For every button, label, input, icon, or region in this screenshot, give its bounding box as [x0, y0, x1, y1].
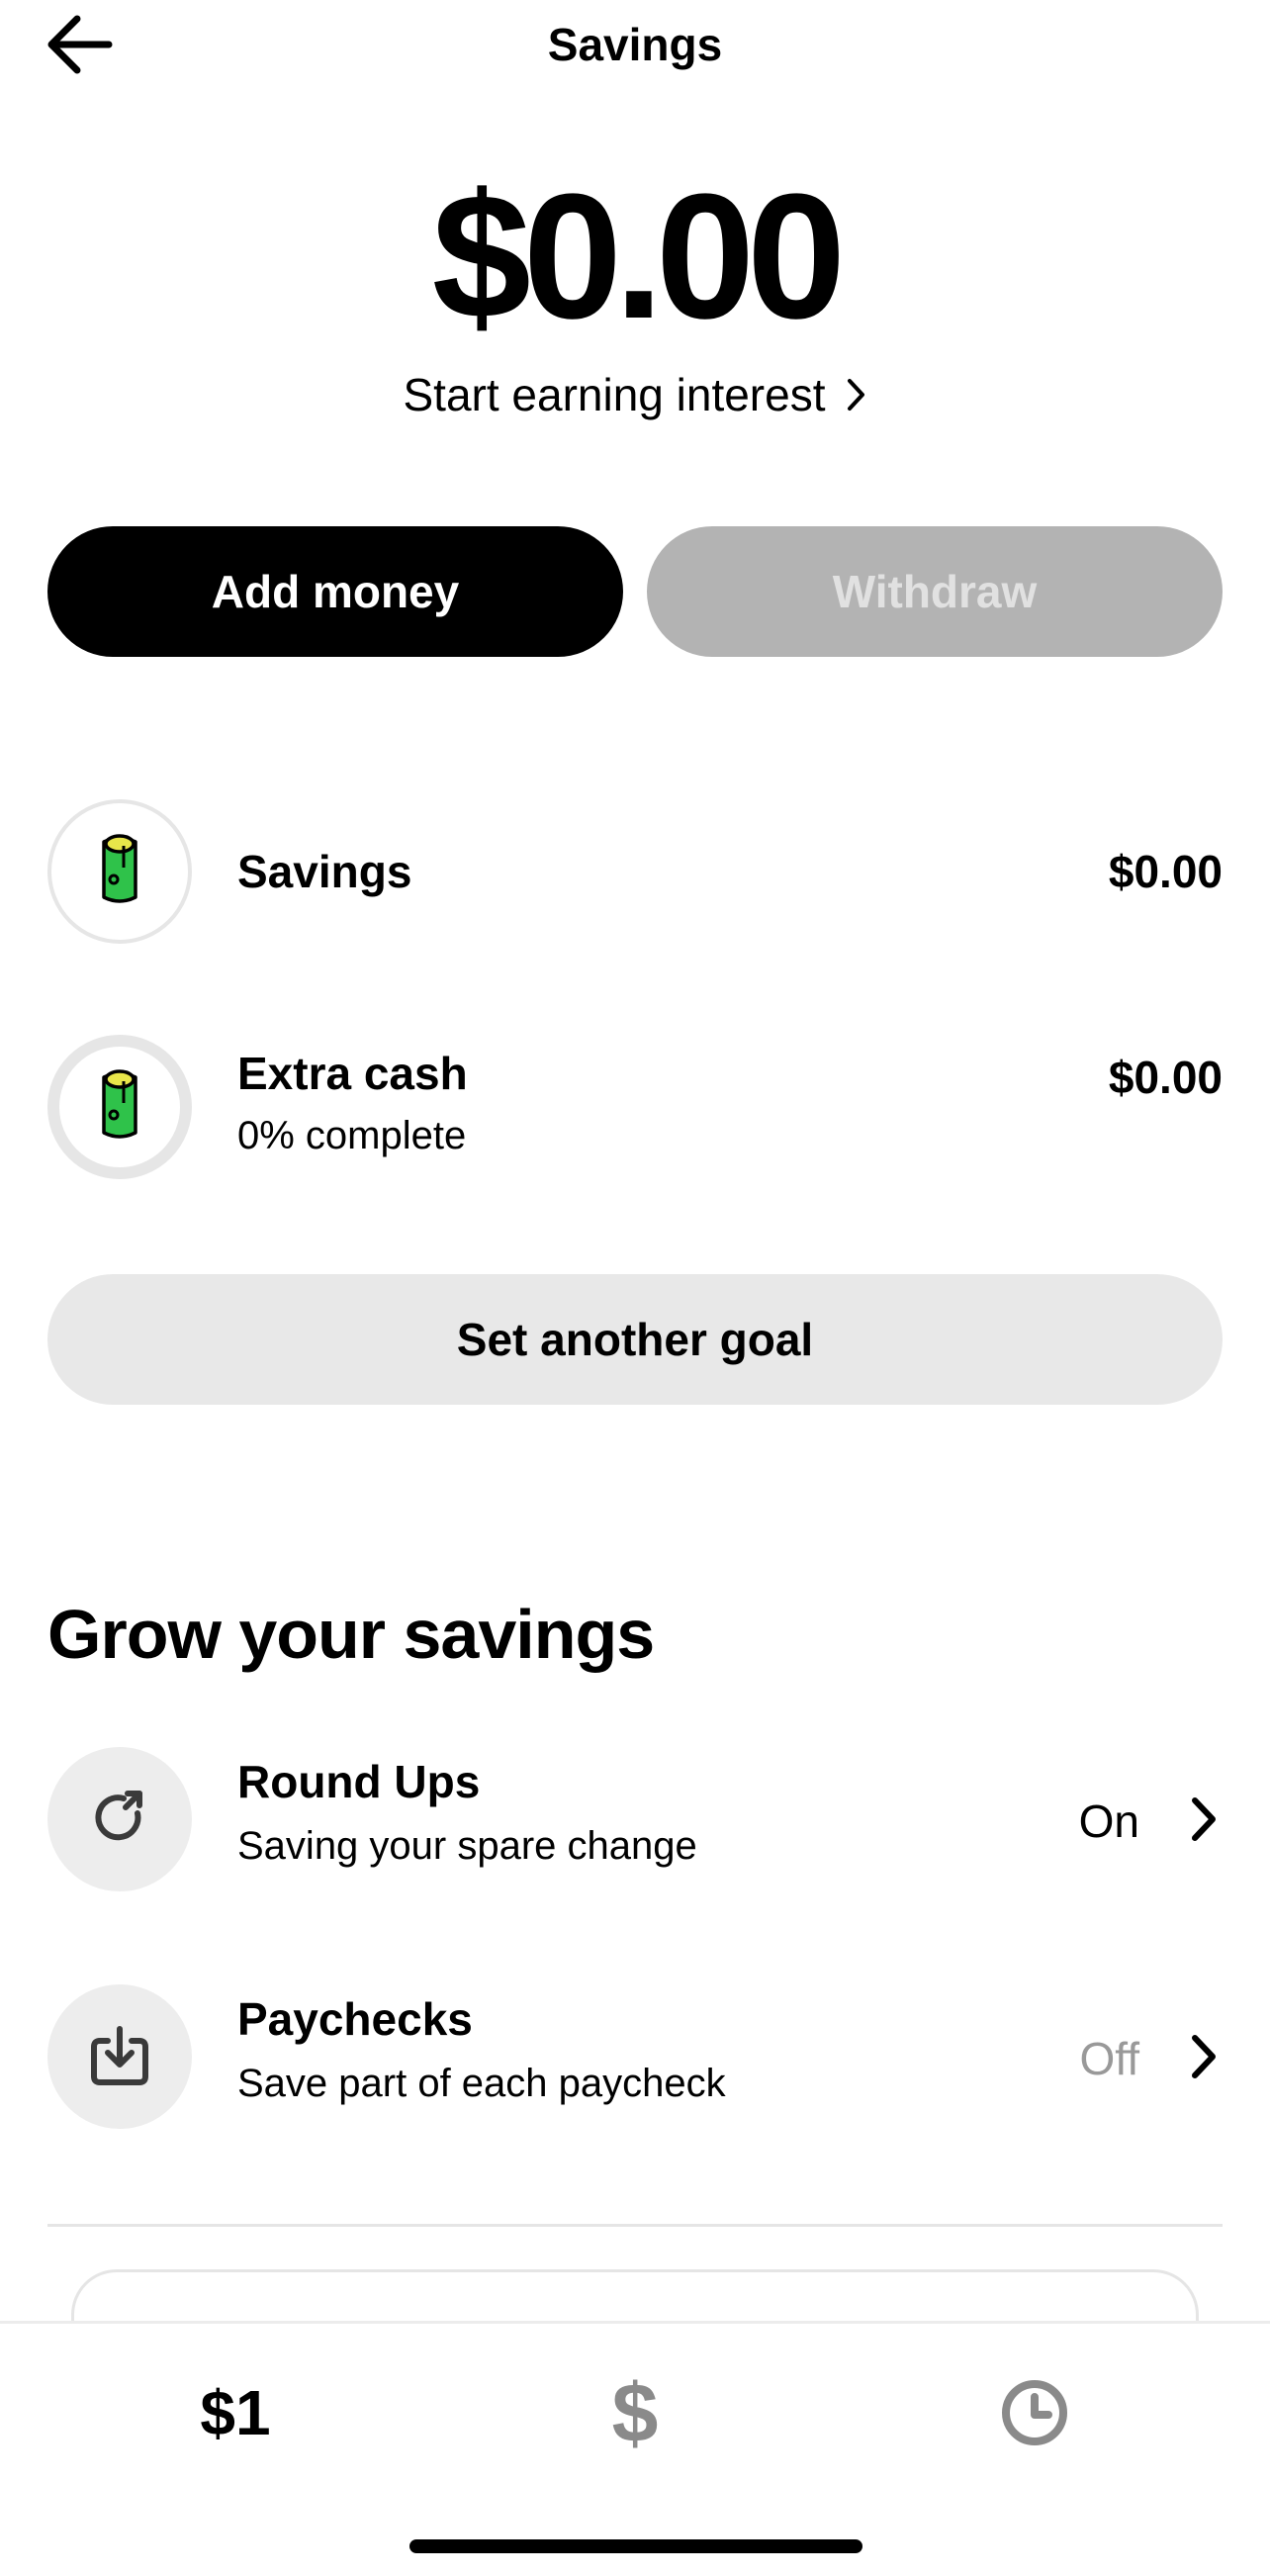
clock-icon [1002, 2380, 1067, 2445]
chevron-right-icon [1192, 1797, 1216, 1841]
account-row-savings[interactable]: Savings $0.00 [47, 799, 1223, 944]
feature-status: Off [1079, 2033, 1139, 2084]
savings-balance: $0.00 [431, 157, 846, 356]
goal-progress-ring [47, 1035, 192, 1179]
page-title: Savings [547, 19, 723, 70]
section-divider [47, 2224, 1223, 2227]
feature-icon-circle [47, 1984, 192, 2129]
withdraw-button[interactable]: Withdraw [647, 526, 1223, 657]
paycheck-deposit-icon [91, 2026, 148, 2085]
account-icon-ring [47, 799, 192, 944]
nav-activity-tab[interactable] [955, 2363, 1114, 2462]
feature-subtitle: Save part of each paycheck [237, 2062, 726, 2105]
feature-icon-circle [47, 1747, 192, 1891]
cash-roll-icon [102, 834, 137, 903]
goal-progress-text: 0% complete [237, 1114, 467, 1157]
feature-subtitle: Saving your spare change [237, 1824, 697, 1868]
account-amount: $0.00 [1108, 846, 1223, 897]
add-money-button[interactable]: Add money [47, 526, 623, 657]
chevron-right-icon [1192, 2035, 1216, 2078]
round-up-icon [95, 1791, 142, 1841]
chevron-right-icon [847, 379, 864, 411]
account-row-extra-cash[interactable]: Extra cash 0% complete $0.00 [47, 1035, 1223, 1179]
feature-status: On [1078, 1795, 1139, 1847]
interest-link-label: Start earning interest [403, 369, 826, 420]
account-name: Savings [237, 846, 412, 897]
bottom-nav: $1 $ [0, 2321, 1270, 2576]
nav-banking-tab[interactable]: $1 [156, 2363, 315, 2462]
paychecks-row[interactable]: Paychecks Save part of each paycheck Off [47, 1984, 1223, 2129]
set-another-goal-button[interactable]: Set another goal [47, 1274, 1223, 1405]
section-title: Grow your savings [47, 1596, 655, 1673]
feature-title: Paychecks [237, 1993, 473, 2045]
feature-title: Round Ups [237, 1756, 481, 1807]
home-indicator [409, 2539, 862, 2553]
round-ups-row[interactable]: Round Ups Saving your spare change On [47, 1747, 1223, 1891]
savings-screen: Savings $0.00 Start earning interest Add… [0, 0, 1270, 2576]
account-name: Extra cash [237, 1048, 468, 1099]
nav-cash-tab[interactable]: $ [556, 2363, 714, 2462]
account-amount: $0.00 [1108, 1052, 1223, 1103]
cash-roll-icon [102, 1069, 137, 1139]
start-earning-interest-link[interactable]: Start earning interest [0, 368, 1270, 421]
